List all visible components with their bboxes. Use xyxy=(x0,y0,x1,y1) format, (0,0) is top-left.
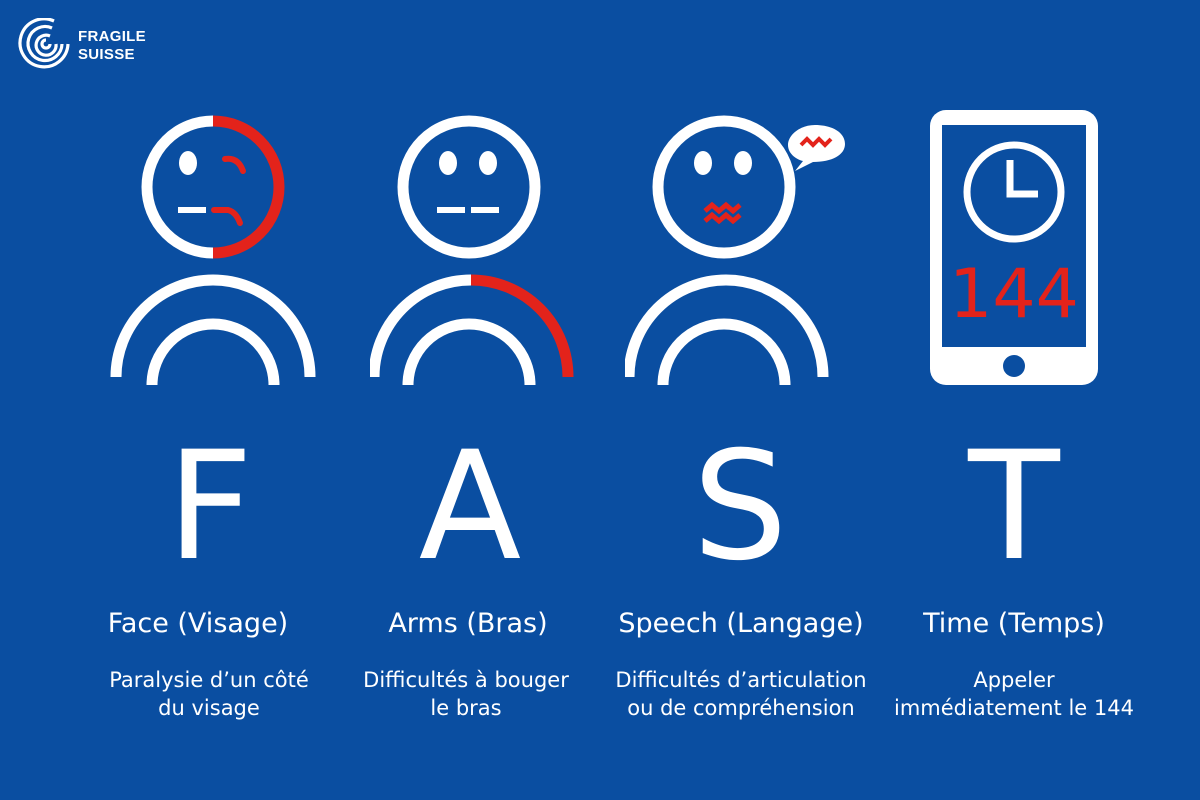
phone-icon: 144 xyxy=(930,110,1098,385)
title-time: Time (Temps) xyxy=(923,608,1105,639)
desc-face-line-1: Paralysie d’un côté xyxy=(109,668,309,692)
title-speech: Speech (Langage) xyxy=(618,608,864,639)
drooping-face-icon xyxy=(110,115,316,386)
logo: FRAGILE SUISSE xyxy=(18,18,146,74)
desc-speech-line-2: ou de compréhension xyxy=(627,696,855,720)
letter-a: A xyxy=(418,420,522,594)
letter-f: F xyxy=(166,420,254,594)
title-face: Face (Visage) xyxy=(107,608,289,639)
desc-face: Paralysie d’un côté du visage xyxy=(59,666,359,722)
title-arms: Arms (Bras) xyxy=(388,608,548,639)
letter-t: T xyxy=(968,420,1060,594)
spiral-logo-icon xyxy=(18,18,70,69)
letter-s: S xyxy=(692,420,788,594)
desc-speech-line-1: Difficultés d’articulation xyxy=(615,668,867,692)
logo-text: FRAGILE SUISSE xyxy=(78,28,146,64)
desc-arms-line-2: le bras xyxy=(430,696,502,720)
desc-arms: Difficultés à bouger le bras xyxy=(316,666,616,722)
weak-arm-icon xyxy=(370,115,574,386)
logo-line-1: FRAGILE xyxy=(78,28,146,45)
logo-line-2: SUISSE xyxy=(78,46,135,63)
emergency-number: 144 xyxy=(949,255,1079,334)
desc-arms-line-1: Difficultés à bouger xyxy=(363,668,569,692)
desc-speech: Difficultés d’articulation ou de compréh… xyxy=(591,666,891,722)
slurred-speech-icon xyxy=(625,115,845,386)
desc-time: Appeler immédiatement le 144 xyxy=(864,666,1164,722)
desc-time-line-2: immédiatement le 144 xyxy=(894,696,1134,720)
desc-time-line-1: Appeler xyxy=(973,668,1055,692)
desc-face-line-2: du visage xyxy=(158,696,260,720)
